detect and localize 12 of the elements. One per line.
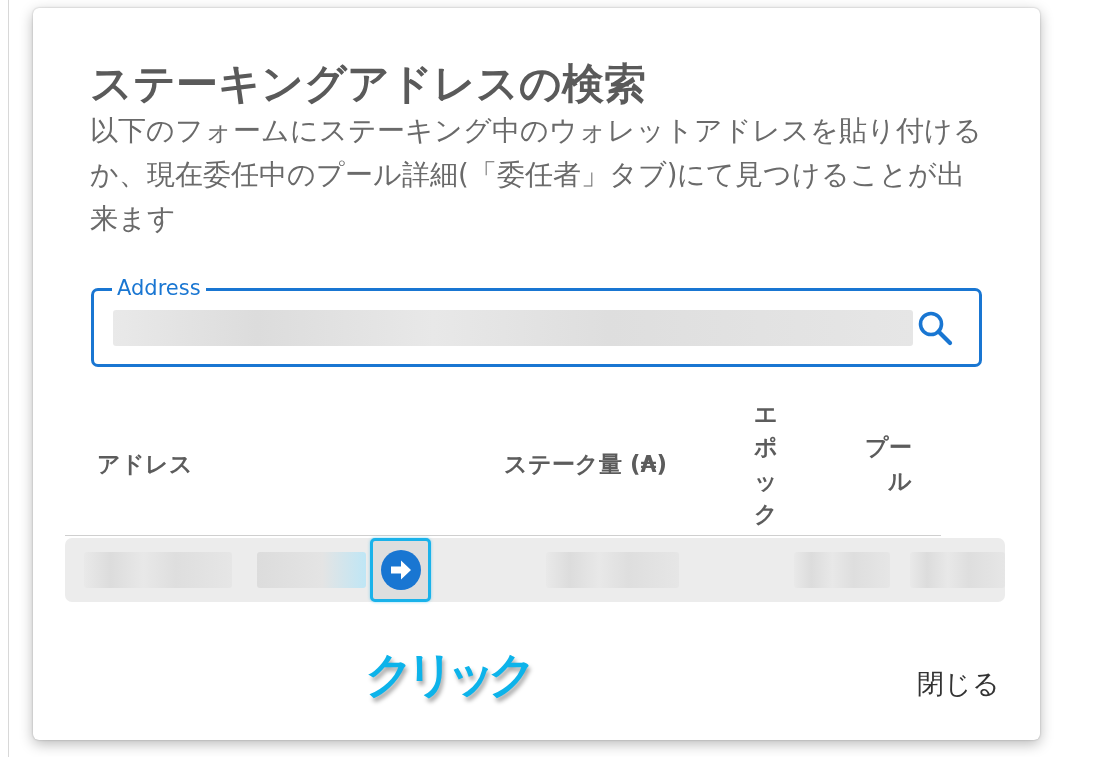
column-header: アドレス <box>97 449 194 479</box>
arrow-circle-icon <box>380 550 421 590</box>
description: 以下のフォームにステーキング中のウォレットアドレスを貼り付けるか、現在委任中のプール詳細(「委任者」タブ)にて見つけることが出来ます <box>90 113 983 236</box>
search-icon <box>917 309 953 346</box>
column-header: ステーク量 (₳) <box>504 449 669 479</box>
column-header: プール <box>863 433 912 496</box>
open-button[interactable] <box>380 550 421 590</box>
dialog-title: ステーキングアドレスの検索 <box>90 60 647 108</box>
column-header: エポック <box>754 399 777 529</box>
search-button[interactable] <box>917 309 953 346</box>
annotation-text: クリック <box>365 645 530 704</box>
close-button[interactable]: 閉じる <box>915 666 1002 702</box>
